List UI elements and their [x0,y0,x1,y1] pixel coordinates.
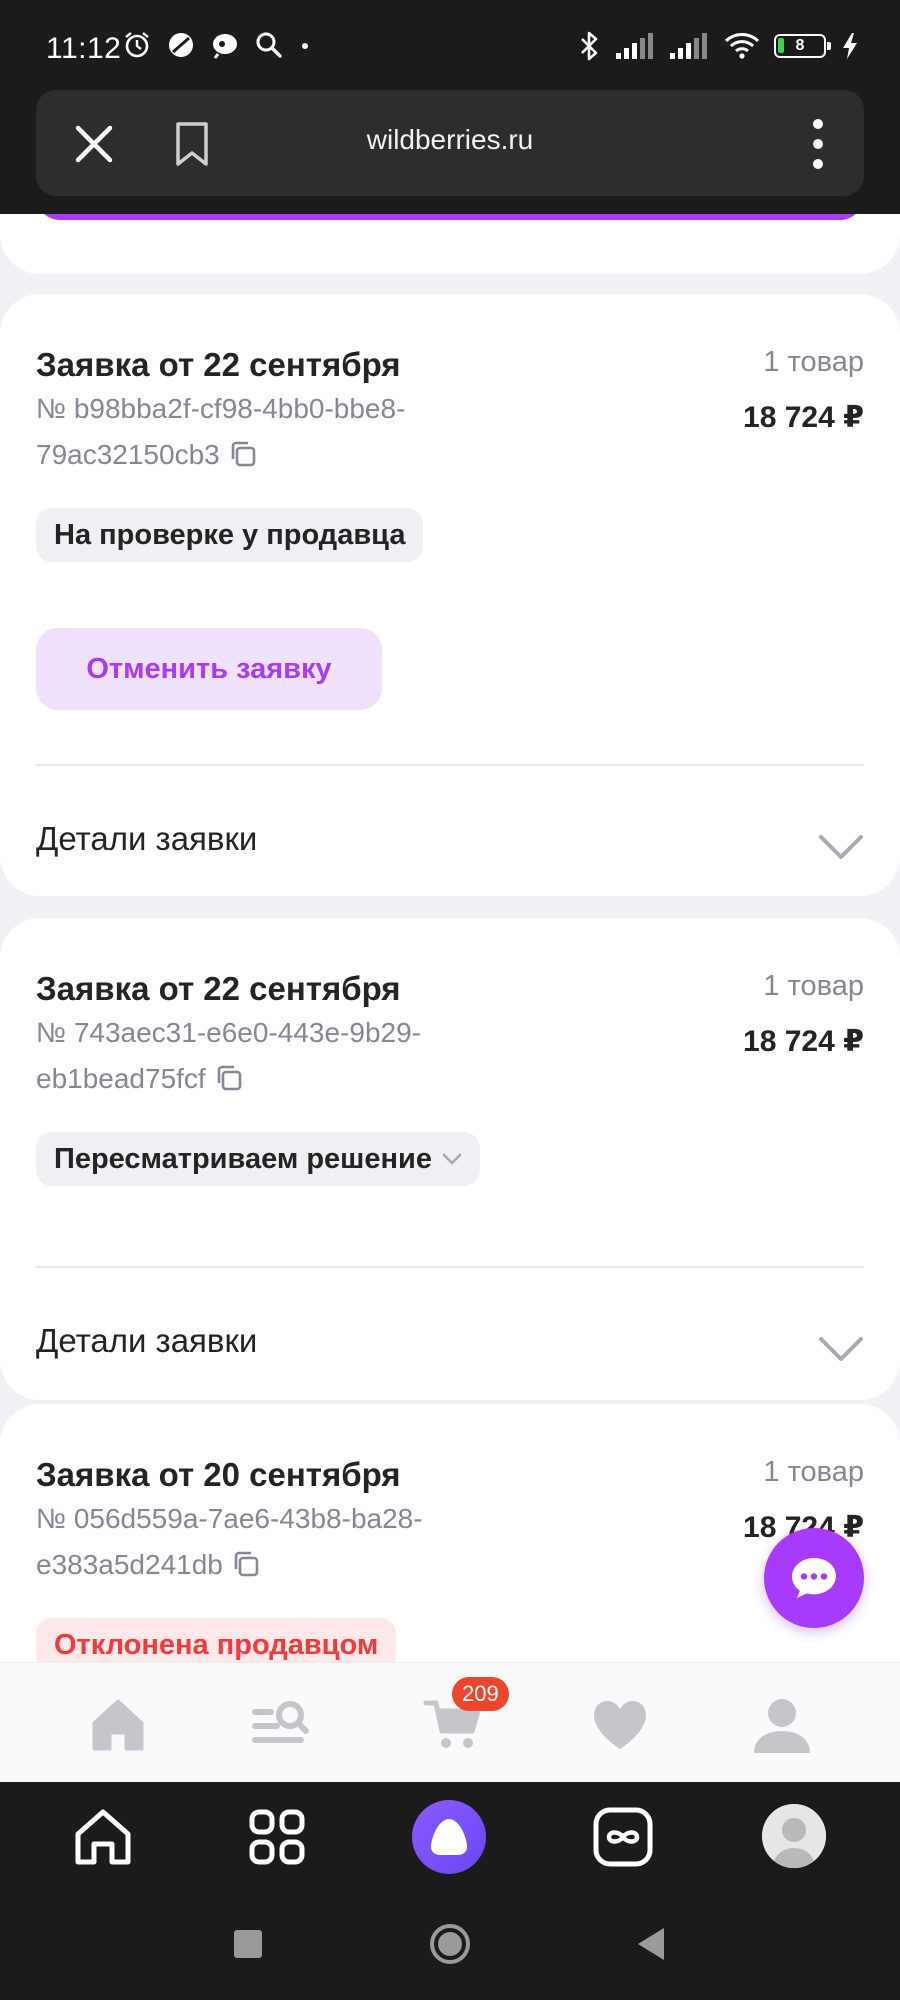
battery-icon: 8 [774,34,831,58]
bluetooth-icon [581,31,598,61]
favorites-icon[interactable] [588,1693,652,1757]
browser-bottom-bar [0,1782,900,1892]
order-item-count: 1 товар [763,970,864,1002]
cart-count-badge: 209 [452,1677,509,1711]
order-item-count: 1 товар [763,1456,864,1488]
order-price: 18 724 ₽ [743,401,864,434]
signal-icon [670,33,707,59]
chevron-down-icon[interactable] [818,834,864,860]
more-menu-icon[interactable] [812,118,824,170]
chevron-down-icon [442,1153,462,1165]
status-badge-text: На проверке у продавца [54,519,406,551]
order-title: Заявка от 22 сентября [36,346,401,383]
details-toggle-label[interactable]: Детали заявки [36,1322,257,1360]
order-number-line2-text: e383a5d241db [36,1549,223,1580]
copy-icon[interactable] [228,439,258,469]
order-card: Заявка от 22 сентября 1 товар 18 724 ₽ №… [0,294,900,896]
alarm-icon [125,32,149,58]
order-price: 18 724 ₽ [743,1025,864,1058]
divider [36,1266,864,1268]
status-right-icons: 8 [576,30,860,62]
cancel-request-button[interactable]: Отменить заявку [36,628,382,710]
url-text[interactable]: wildberries.ru [36,124,864,156]
page-content: Заявка от 22 сентября 1 товар 18 724 ₽ №… [0,214,900,1662]
divider [36,764,864,766]
alice-button[interactable] [412,1800,486,1874]
avatar[interactable] [762,1804,826,1868]
recent-apps-icon[interactable] [226,1922,270,1966]
copy-icon[interactable] [231,1549,261,1579]
charging-icon [843,33,857,59]
mute-icon [169,33,193,57]
home-icon[interactable] [68,1802,138,1872]
order-card: Заявка от 22 сентября 1 товар 18 724 ₽ №… [0,918,900,1400]
assistant-icon [213,34,237,59]
status-bar: 11:12 8 [0,0,900,90]
notification-dot-icon [302,43,308,49]
order-number: № 056d559a-7ae6-43b8-ba28- e383a5d241db [36,1496,506,1588]
order-number-line1: № 056d559a-7ae6-43b8-ba28- [36,1503,423,1534]
order-number-line2: e383a5d241db [36,1542,506,1588]
status-badge[interactable]: Пересматриваем решение [36,1132,480,1186]
order-number-line2: eb1bead75fcf [36,1056,506,1102]
order-number-line1: № b98bba2f-cf98-4bb0-bbe8- [36,393,406,424]
status-left-icons [122,30,312,60]
order-number: № 743aec31-e6e0-443e-9b29- eb1bead75fcf [36,1010,506,1102]
search-icon [256,32,282,58]
status-badge: На проверке у продавца [36,508,424,562]
home-button-icon[interactable] [428,1922,472,1966]
back-icon[interactable] [630,1922,674,1966]
catalog-search-icon[interactable] [248,1693,312,1757]
system-nav-bar [0,1892,900,2000]
home-icon[interactable] [86,1693,150,1757]
order-card: Заявка от 20 сентября 1 товар 18 724 ₽ №… [0,1404,900,1662]
signal-icon [616,33,653,59]
alice-icon [431,1819,467,1855]
order-item-count: 1 товар [763,346,864,378]
site-bottom-nav: 209 [0,1662,900,1782]
status-badge-text: Отклонена продавцом [54,1629,379,1661]
chat-icon [792,1558,836,1598]
details-toggle-label[interactable]: Детали заявки [36,820,257,858]
status-badge: Отклонена продавцом [36,1618,397,1662]
order-number-line2-text: eb1bead75fcf [36,1063,206,1094]
wifi-icon [724,33,760,59]
previous-card-button[interactable] [36,214,864,220]
status-time: 11:12 [46,32,122,65]
order-number: № b98bba2f-cf98-4bb0-bbe8- 79ac32150cb3 [36,386,506,478]
user-avatar-icon [762,1804,826,1868]
order-title: Заявка от 22 сентября [36,970,401,1007]
previous-card [0,214,900,274]
status-badge-text: Пересматриваем решение [54,1143,432,1175]
copy-icon[interactable] [214,1063,244,1093]
chat-button[interactable] [764,1528,864,1628]
order-number-line2: 79ac32150cb3 [36,432,506,478]
tabs-icon[interactable] [588,1802,658,1872]
order-number-line1: № 743aec31-e6e0-443e-9b29- [36,1017,421,1048]
order-number-line2-text: 79ac32150cb3 [36,439,220,470]
browser-header: wildberries.ru [0,90,900,214]
chevron-down-icon[interactable] [818,1336,864,1362]
profile-icon[interactable] [750,1693,814,1757]
apps-icon[interactable] [242,1802,312,1872]
url-bar[interactable]: wildberries.ru [36,90,864,196]
order-title: Заявка от 20 сентября [36,1456,401,1493]
